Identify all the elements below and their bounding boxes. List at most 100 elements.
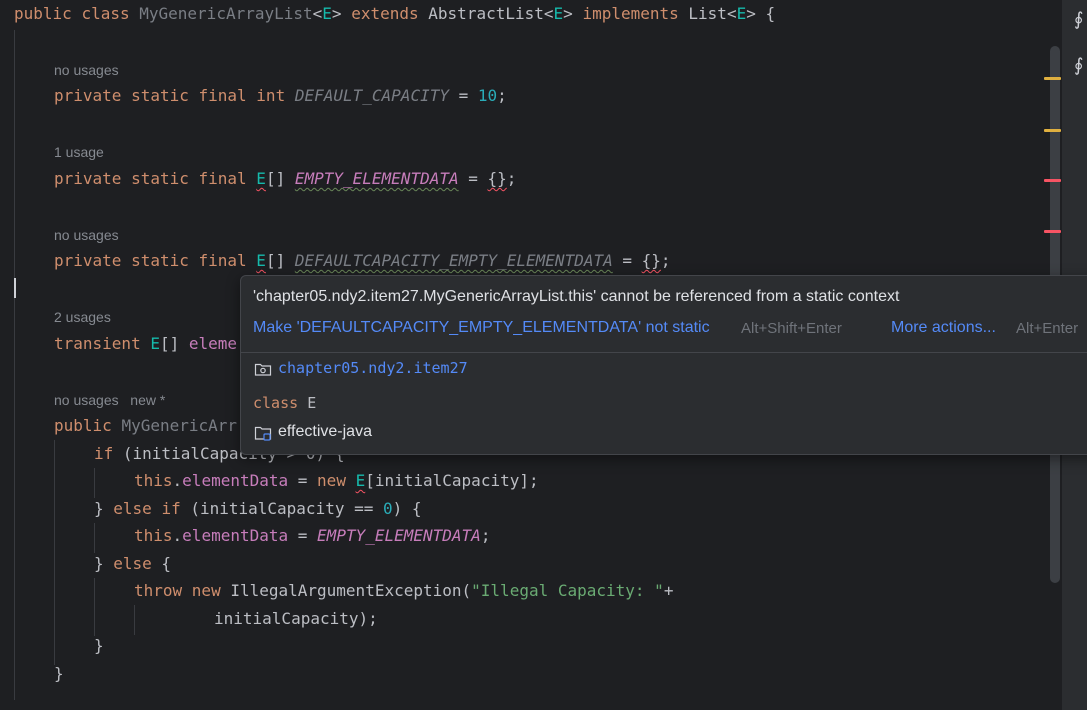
equals: = bbox=[288, 471, 318, 490]
modifiers: private static final bbox=[54, 86, 257, 105]
indent-guide bbox=[94, 468, 95, 498]
type-param: E bbox=[355, 471, 366, 490]
modifiers: private static final bbox=[54, 251, 257, 270]
kw-new: new bbox=[191, 581, 231, 600]
interface-name: List bbox=[688, 4, 727, 23]
quick-fix-link[interactable]: Make 'DEFAULTCAPACITY_EMPTY_ELEMENTDATA'… bbox=[253, 319, 710, 337]
type-param: E bbox=[256, 251, 266, 270]
code-line-throw[interactable]: throw new IllegalArgumentException("Ille… bbox=[134, 581, 673, 601]
gt: > bbox=[563, 4, 573, 23]
module-name: effective-java bbox=[278, 423, 372, 440]
code-line-empty-elementdata[interactable]: private static final E[] EMPTY_ELEMENTDA… bbox=[54, 169, 516, 189]
code-line-assign-empty[interactable]: this.elementData = EMPTY_ELEMENTDATA; bbox=[134, 526, 490, 546]
lt: < bbox=[312, 4, 323, 23]
semicolon: ; bbox=[506, 169, 517, 188]
array-init: {} bbox=[487, 169, 507, 188]
kw-public: public bbox=[54, 416, 122, 435]
more-actions-link[interactable]: More actions... bbox=[891, 319, 996, 337]
semicolon: ; bbox=[497, 86, 507, 105]
indent-guide bbox=[14, 30, 15, 700]
code-line-defaultcapacity-empty[interactable]: private static final E[] DEFAULTCAPACITY… bbox=[54, 251, 671, 271]
code-line-assign-new[interactable]: this.elementData = new E[initialCapacity… bbox=[134, 471, 539, 491]
code-line-transient[interactable]: transient E[] eleme bbox=[54, 334, 237, 354]
superclass-name: AbstractList bbox=[428, 4, 544, 23]
warning-marker[interactable] bbox=[1044, 77, 1061, 80]
error-tooltip-popup[interactable]: 'chapter05.ndy2.item27.MyGenericArrayLis… bbox=[240, 275, 1087, 455]
type-param: E bbox=[322, 4, 332, 23]
class-name: MyGenericArrayList bbox=[139, 4, 313, 23]
static-field-ref: EMPTY_ELEMENTDATA bbox=[317, 526, 481, 545]
kw-if: if bbox=[94, 444, 114, 463]
warning-marker[interactable] bbox=[1044, 129, 1061, 132]
quick-fix-shortcut: Alt+Shift+Enter bbox=[741, 320, 842, 337]
ai-assistant-icon[interactable]: ∮ bbox=[1074, 56, 1087, 76]
kw-int: int bbox=[256, 86, 286, 105]
field-name: eleme bbox=[188, 334, 238, 353]
field-name: DEFAULT_CAPACITY bbox=[294, 86, 449, 105]
kw-transient: transient bbox=[54, 334, 151, 353]
usage-count: no usages bbox=[54, 392, 119, 408]
popup-divider bbox=[241, 352, 1087, 353]
plus-operator: + bbox=[663, 581, 674, 600]
dot: . bbox=[172, 526, 183, 545]
field-name: EMPTY_ELEMENTDATA bbox=[294, 169, 459, 188]
code-line-argument[interactable]: initialCapacity); bbox=[214, 609, 378, 629]
array-brackets: [] bbox=[265, 169, 295, 188]
close-brace: } bbox=[94, 554, 114, 573]
usage-hint[interactable]: 1 usage bbox=[54, 143, 104, 161]
usage-hint[interactable]: no usages bbox=[54, 226, 119, 244]
declaration-text: class E bbox=[253, 394, 316, 412]
more-actions-shortcut: Alt+Enter bbox=[1016, 320, 1079, 337]
usage-hint[interactable]: no usages new * bbox=[54, 391, 165, 409]
open-brace: { bbox=[151, 554, 172, 573]
code-line-constructor[interactable]: public MyGenericArr bbox=[54, 416, 237, 436]
code-line-close-inner[interactable]: } bbox=[94, 636, 104, 656]
semicolon: ; bbox=[480, 526, 491, 545]
field-ref: elementData bbox=[182, 526, 289, 545]
exception-class: IllegalArgumentException( bbox=[230, 581, 472, 600]
kw-implements: implements bbox=[582, 4, 679, 23]
error-marker[interactable] bbox=[1044, 179, 1061, 182]
package-icon bbox=[254, 363, 272, 376]
type-param: E bbox=[736, 4, 747, 23]
number-literal: 0 bbox=[383, 499, 393, 518]
condition: (initialCapacity == bbox=[180, 499, 383, 518]
kw-else: else bbox=[113, 554, 152, 573]
field-name: DEFAULTCAPACITY_EMPTY_ELEMENTDATA bbox=[294, 251, 613, 270]
equals: = bbox=[448, 86, 478, 105]
type-param: E bbox=[256, 169, 266, 188]
close-brace: } bbox=[94, 636, 104, 655]
code-line-else[interactable]: } else { bbox=[94, 554, 171, 574]
array-brackets: [] bbox=[159, 334, 189, 353]
dot: . bbox=[172, 471, 183, 490]
type-name: E bbox=[307, 394, 317, 412]
kw-class: class bbox=[81, 4, 130, 23]
gt: > bbox=[331, 4, 342, 23]
string-literal: "Illegal Capacity: " bbox=[471, 581, 664, 600]
lt: < bbox=[543, 4, 554, 23]
array-brackets: [] bbox=[265, 251, 295, 270]
ai-assistant-icon[interactable]: ∮ bbox=[1074, 10, 1087, 30]
condition-end: ) { bbox=[392, 499, 422, 518]
indent-guide bbox=[94, 578, 95, 636]
author-hint: new * bbox=[130, 392, 166, 408]
code-line-else-if[interactable]: } else if (initialCapacity == 0) { bbox=[94, 499, 422, 519]
usage-hint[interactable]: 2 usages bbox=[54, 308, 111, 326]
lt: < bbox=[726, 4, 737, 23]
code-line-class[interactable]: public class MyGenericArrayList<E> exten… bbox=[14, 4, 775, 24]
modifiers: private static final bbox=[54, 169, 257, 188]
number-literal: 10 bbox=[477, 86, 498, 105]
kw-public: public bbox=[14, 4, 72, 23]
usage-hint[interactable]: no usages bbox=[54, 61, 119, 79]
error-message: 'chapter05.ndy2.item27.MyGenericArrayLis… bbox=[253, 288, 900, 305]
indent-guide bbox=[54, 440, 55, 665]
code-line-default-capacity[interactable]: private static final int DEFAULT_CAPACIT… bbox=[54, 86, 507, 106]
kw-throw: throw bbox=[134, 581, 192, 600]
package-link[interactable]: chapter05.ndy2.item27 bbox=[278, 359, 468, 377]
code-line-close-outer[interactable]: } bbox=[54, 664, 64, 684]
error-marker[interactable] bbox=[1044, 230, 1061, 233]
array-size: [initialCapacity]; bbox=[365, 471, 539, 490]
indent-guide bbox=[134, 605, 135, 635]
gt: > bbox=[746, 4, 756, 23]
argument: initialCapacity); bbox=[214, 609, 378, 628]
